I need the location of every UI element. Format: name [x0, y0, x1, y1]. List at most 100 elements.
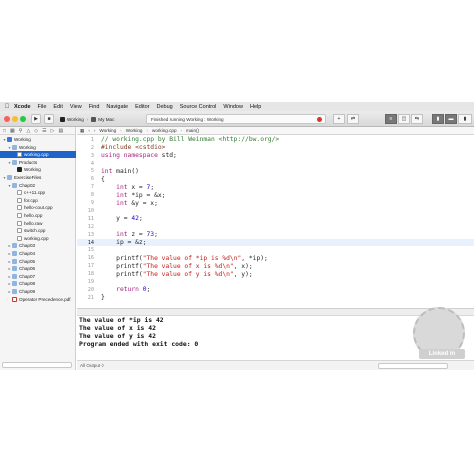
- zoom-window-icon[interactable]: [20, 116, 26, 122]
- navigator-item[interactable]: ▸ Chap05: [0, 258, 76, 265]
- line-number[interactable]: 3: [77, 153, 97, 159]
- line-number[interactable]: 17: [77, 263, 97, 269]
- navigator-item[interactable]: ▾ ExerciseFiles: [0, 174, 76, 181]
- navigator-item[interactable]: ▸ Chap06: [0, 265, 76, 272]
- navigator-item[interactable]: working.cpp: [0, 235, 76, 242]
- code-line[interactable]: 9 int &y = x;: [77, 199, 474, 207]
- code-line[interactable]: 4: [77, 160, 474, 168]
- code-line[interactable]: 14 ip = &z;: [77, 238, 474, 247]
- code-line[interactable]: 1 // working.cpp by Bill Weinman <http://…: [77, 136, 474, 144]
- navigator-item[interactable]: ▸ Chap09: [0, 288, 76, 295]
- test-icon[interactable]: ◇: [34, 128, 38, 134]
- menu-item-edit[interactable]: Edit: [53, 104, 62, 110]
- line-number[interactable]: 6: [77, 176, 97, 182]
- code-line[interactable]: 11 y = 42;: [77, 215, 474, 223]
- folder-icon[interactable]: □: [3, 128, 6, 134]
- menu-item-source-control[interactable]: Source Control: [180, 104, 217, 110]
- code-line[interactable]: 15: [77, 247, 474, 255]
- line-number[interactable]: 14: [77, 240, 97, 246]
- line-number[interactable]: 2: [77, 145, 97, 151]
- menu-item-navigate[interactable]: Navigate: [106, 104, 128, 110]
- code-line[interactable]: 2 #include <cstdio>: [77, 144, 474, 152]
- menu-item-file[interactable]: File: [38, 104, 47, 110]
- navigator-item[interactable]: hello-cout.cpp: [0, 204, 76, 211]
- code-line[interactable]: 6{: [77, 176, 474, 184]
- code-line[interactable]: 17 printf("The value of x is %d\n", x);: [77, 262, 474, 270]
- line-number[interactable]: 16: [77, 255, 97, 261]
- line-number[interactable]: 13: [77, 232, 97, 238]
- line-number[interactable]: 7: [77, 184, 97, 190]
- line-number[interactable]: 19: [77, 279, 97, 285]
- navigator-item[interactable]: c++11.cpp: [0, 189, 76, 196]
- navigator-item[interactable]: ▾ Chap02: [0, 182, 76, 189]
- code-review-button[interactable]: ⇄: [347, 114, 359, 124]
- code-line[interactable]: 18 printf("The value of y is %d\n", y);: [77, 270, 474, 278]
- line-number[interactable]: 21: [77, 295, 97, 301]
- toggle-utilities-button[interactable]: ▮: [458, 114, 472, 124]
- code-line[interactable]: 7 int x = 7;: [77, 183, 474, 191]
- navigator-item[interactable]: ▸ Chap08: [0, 280, 76, 287]
- line-number[interactable]: 8: [77, 192, 97, 198]
- jump-crumb-function[interactable]: main(): [186, 128, 199, 133]
- jump-crumb-file[interactable]: working.cpp: [152, 128, 177, 133]
- navigator-item[interactable]: ▾ Products: [0, 159, 76, 166]
- library-button[interactable]: +: [333, 114, 345, 124]
- navigator-item[interactable]: hello.raw: [0, 220, 76, 227]
- line-number[interactable]: 10: [77, 208, 97, 214]
- toggle-navigator-button[interactable]: ▮: [432, 114, 444, 124]
- minimize-window-icon[interactable]: [12, 116, 18, 122]
- menu-item-editor[interactable]: Editor: [135, 104, 149, 110]
- toggle-debug-area-button[interactable]: ▬: [445, 114, 457, 124]
- navigator-item[interactable]: switch.cpp: [0, 227, 76, 234]
- report-icon[interactable]: ▤: [59, 128, 64, 134]
- code-line[interactable]: 8 int *ip = &x;: [77, 191, 474, 199]
- code-line[interactable]: 3 using namespace std;: [77, 152, 474, 160]
- forward-button[interactable]: ›: [94, 128, 96, 133]
- symbol-icon[interactable]: ▦: [10, 128, 15, 134]
- code-line[interactable]: 12: [77, 223, 474, 231]
- line-number[interactable]: 11: [77, 216, 97, 222]
- source-editor[interactable]: 1 // working.cpp by Bill Weinman <http://…: [77, 135, 474, 308]
- navigator-item[interactable]: ▾ Working: [0, 136, 76, 143]
- line-number[interactable]: 9: [77, 200, 97, 206]
- menu-item-xcode[interactable]: Xcode: [14, 104, 31, 110]
- menu-item-window[interactable]: Window: [223, 104, 243, 110]
- debug-icon[interactable]: ☰: [42, 128, 46, 134]
- code-line[interactable]: 21}: [77, 294, 474, 302]
- menu-item-view[interactable]: View: [70, 104, 82, 110]
- navigator-item[interactable]: working.cpp: [0, 151, 76, 159]
- line-number[interactable]: 1: [77, 137, 97, 143]
- close-window-icon[interactable]: [4, 116, 10, 122]
- menu-item-debug[interactable]: Debug: [157, 104, 173, 110]
- code-line[interactable]: 16 printf("The value of *ip is %d\n", *i…: [77, 255, 474, 263]
- warning-icon[interactable]: △: [26, 128, 30, 134]
- line-number[interactable]: 18: [77, 271, 97, 277]
- error-badge-icon[interactable]: [317, 117, 322, 122]
- navigator-item[interactable]: Operator Precedence.pdf: [0, 296, 76, 303]
- navigator-item[interactable]: Working: [0, 166, 76, 173]
- line-number[interactable]: 12: [77, 224, 97, 230]
- navigator-item[interactable]: for.cpp: [0, 197, 76, 204]
- navigator-filter-field[interactable]: [2, 362, 72, 368]
- search-icon[interactable]: ⚲: [19, 128, 23, 134]
- version-editor-button[interactable]: ⇆: [411, 114, 423, 124]
- navigator-item[interactable]: ▸ Chap03: [0, 242, 76, 249]
- line-number[interactable]: 4: [77, 161, 97, 167]
- code-line[interactable]: 13 int z = 73;: [77, 231, 474, 239]
- code-line[interactable]: 19: [77, 278, 474, 286]
- scheme-selector[interactable]: Working › My Mac: [60, 114, 114, 124]
- assistant-editor-button[interactable]: ◫: [398, 114, 410, 124]
- navigator-item[interactable]: ▸ Chap07: [0, 273, 76, 280]
- navigator-item[interactable]: hello.cpp: [0, 212, 76, 219]
- navigator-item[interactable]: ▸ Chap04: [0, 250, 76, 257]
- code-line[interactable]: 10: [77, 207, 474, 215]
- back-button[interactable]: ‹: [88, 128, 90, 133]
- menu-item-help[interactable]: Help: [250, 104, 261, 110]
- output-selector[interactable]: All Output ◊: [80, 363, 104, 368]
- navigator-item[interactable]: ▾ Working: [0, 144, 76, 151]
- menu-item-find[interactable]: Find: [89, 104, 100, 110]
- stop-button[interactable]: ■: [44, 114, 54, 124]
- jump-crumb-group[interactable]: Working: [126, 128, 143, 133]
- breakpoint-icon[interactable]: ▷: [51, 128, 55, 134]
- jump-crumb-project[interactable]: Working: [99, 128, 116, 133]
